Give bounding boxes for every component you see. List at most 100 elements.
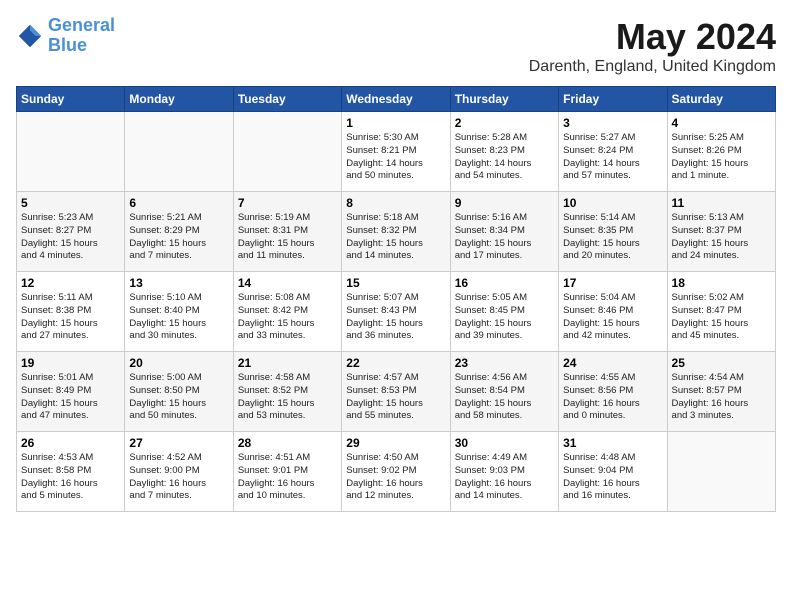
day-info: Sunrise: 5:28 AM Sunset: 8:23 PM Dayligh… <box>455 132 554 183</box>
day-number: 3 <box>563 116 662 130</box>
day-info: Sunrise: 4:50 AM Sunset: 9:02 PM Dayligh… <box>346 452 445 503</box>
day-number: 13 <box>129 276 228 290</box>
day-info: Sunrise: 4:55 AM Sunset: 8:56 PM Dayligh… <box>563 372 662 423</box>
day-number: 6 <box>129 196 228 210</box>
calendar-cell: 14Sunrise: 5:08 AM Sunset: 8:42 PM Dayli… <box>233 272 341 352</box>
calendar-day-header: Friday <box>559 87 667 112</box>
day-info: Sunrise: 5:00 AM Sunset: 8:50 PM Dayligh… <box>129 372 228 423</box>
calendar-cell: 15Sunrise: 5:07 AM Sunset: 8:43 PM Dayli… <box>342 272 450 352</box>
day-info: Sunrise: 5:19 AM Sunset: 8:31 PM Dayligh… <box>238 212 337 263</box>
page-header: General Blue May 2024 Darenth, England, … <box>16 16 776 76</box>
calendar-table: SundayMondayTuesdayWednesdayThursdayFrid… <box>16 86 776 512</box>
calendar-cell <box>17 112 125 192</box>
day-info: Sunrise: 4:58 AM Sunset: 8:52 PM Dayligh… <box>238 372 337 423</box>
day-number: 9 <box>455 196 554 210</box>
day-info: Sunrise: 4:56 AM Sunset: 8:54 PM Dayligh… <box>455 372 554 423</box>
day-info: Sunrise: 4:54 AM Sunset: 8:57 PM Dayligh… <box>672 372 771 423</box>
calendar-week-row: 5Sunrise: 5:23 AM Sunset: 8:27 PM Daylig… <box>17 192 776 272</box>
calendar-cell: 28 Sunrise: 4:51 AM Sunset: 9:01 PM Dayli… <box>233 432 341 512</box>
day-number: 23 <box>455 356 554 370</box>
calendar-cell: 16Sunrise: 5:05 AM Sunset: 8:45 PM Dayli… <box>450 272 558 352</box>
day-number: 11 <box>672 196 771 210</box>
calendar-week-row: 12 Sunrise: 5:11 AM Sunset: 8:38 PM Dayli… <box>17 272 776 352</box>
day-info: Sunrise: 5:01 AM Sunset: 8:49 PM Dayligh… <box>21 372 120 423</box>
title-block: May 2024 Darenth, England, United Kingdo… <box>529 16 776 76</box>
calendar-cell: 11Sunrise: 5:13 AM Sunset: 8:37 PM Dayli… <box>667 192 775 272</box>
calendar-cell: 2Sunrise: 5:28 AM Sunset: 8:23 PM Daylig… <box>450 112 558 192</box>
day-info: Sunrise: 4:49 AM Sunset: 9:03 PM Dayligh… <box>455 452 554 503</box>
day-number: 26 <box>21 436 120 450</box>
calendar-cell: 31Sunrise: 4:48 AM Sunset: 9:04 PM Dayli… <box>559 432 667 512</box>
day-number: 25 <box>672 356 771 370</box>
day-info: Sunrise: 5:10 AM Sunset: 8:40 PM Dayligh… <box>129 292 228 343</box>
day-number: 20 <box>129 356 228 370</box>
day-number: 27 <box>129 436 228 450</box>
calendar-cell: 6 Sunrise: 5:21 AM Sunset: 8:29 PM Daylig… <box>125 192 233 272</box>
day-info: Sunrise: 5:05 AM Sunset: 8:45 PM Dayligh… <box>455 292 554 343</box>
calendar-cell: 27 Sunrise: 4:52 AM Sunset: 9:00 PM Dayli… <box>125 432 233 512</box>
calendar-week-row: 26 Sunrise: 4:53 AM Sunset: 8:58 PM Dayli… <box>17 432 776 512</box>
calendar-day-header: Thursday <box>450 87 558 112</box>
day-info: Sunrise: 5:18 AM Sunset: 8:32 PM Dayligh… <box>346 212 445 263</box>
day-info: Sunrise: 5:25 AM Sunset: 8:26 PM Dayligh… <box>672 132 771 183</box>
calendar-body: 1 Sunrise: 5:30 AM Sunset: 8:21 PM Daylig… <box>17 112 776 512</box>
month-title: May 2024 <box>529 16 776 58</box>
logo-line1: General <box>48 15 115 35</box>
day-number: 18 <box>672 276 771 290</box>
day-number: 29 <box>346 436 445 450</box>
day-info: Sunrise: 5:11 AM Sunset: 8:38 PM Dayligh… <box>21 292 120 343</box>
day-number: 8 <box>346 196 445 210</box>
day-number: 30 <box>455 436 554 450</box>
calendar-cell: 9 Sunrise: 5:16 AM Sunset: 8:34 PM Daylig… <box>450 192 558 272</box>
calendar-cell: 4 Sunrise: 5:25 AM Sunset: 8:26 PM Daylig… <box>667 112 775 192</box>
day-number: 22 <box>346 356 445 370</box>
day-number: 28 <box>238 436 337 450</box>
calendar-day-header: Sunday <box>17 87 125 112</box>
calendar-cell: 29 Sunrise: 4:50 AM Sunset: 9:02 PM Dayli… <box>342 432 450 512</box>
calendar-cell: 3 Sunrise: 5:27 AM Sunset: 8:24 PM Daylig… <box>559 112 667 192</box>
day-info: Sunrise: 5:02 AM Sunset: 8:47 PM Dayligh… <box>672 292 771 343</box>
calendar-cell: 26 Sunrise: 4:53 AM Sunset: 8:58 PM Dayli… <box>17 432 125 512</box>
calendar-cell: 23 Sunrise: 4:56 AM Sunset: 8:54 PM Dayli… <box>450 352 558 432</box>
day-number: 10 <box>563 196 662 210</box>
calendar-cell: 17 Sunrise: 5:04 AM Sunset: 8:46 PM Dayli… <box>559 272 667 352</box>
calendar-cell <box>233 112 341 192</box>
day-info: Sunrise: 4:57 AM Sunset: 8:53 PM Dayligh… <box>346 372 445 423</box>
calendar-day-header: Monday <box>125 87 233 112</box>
logo-text: General Blue <box>48 16 115 56</box>
calendar-cell: 12 Sunrise: 5:11 AM Sunset: 8:38 PM Dayli… <box>17 272 125 352</box>
day-number: 19 <box>21 356 120 370</box>
day-info: Sunrise: 4:52 AM Sunset: 9:00 PM Dayligh… <box>129 452 228 503</box>
day-info: Sunrise: 5:04 AM Sunset: 8:46 PM Dayligh… <box>563 292 662 343</box>
day-number: 24 <box>563 356 662 370</box>
calendar-cell: 21Sunrise: 4:58 AM Sunset: 8:52 PM Dayli… <box>233 352 341 432</box>
calendar-cell <box>125 112 233 192</box>
calendar-header-row: SundayMondayTuesdayWednesdayThursdayFrid… <box>17 87 776 112</box>
calendar-cell: 8 Sunrise: 5:18 AM Sunset: 8:32 PM Daylig… <box>342 192 450 272</box>
day-number: 5 <box>21 196 120 210</box>
day-info: Sunrise: 4:51 AM Sunset: 9:01 PM Dayligh… <box>238 452 337 503</box>
calendar-day-header: Wednesday <box>342 87 450 112</box>
day-number: 12 <box>21 276 120 290</box>
day-number: 17 <box>563 276 662 290</box>
calendar-cell: 18 Sunrise: 5:02 AM Sunset: 8:47 PM Dayli… <box>667 272 775 352</box>
calendar-cell: 24 Sunrise: 4:55 AM Sunset: 8:56 PM Dayli… <box>559 352 667 432</box>
calendar-cell: 13 Sunrise: 5:10 AM Sunset: 8:40 PM Dayli… <box>125 272 233 352</box>
calendar-week-row: 1 Sunrise: 5:30 AM Sunset: 8:21 PM Daylig… <box>17 112 776 192</box>
day-info: Sunrise: 5:27 AM Sunset: 8:24 PM Dayligh… <box>563 132 662 183</box>
calendar-cell: 20 Sunrise: 5:00 AM Sunset: 8:50 PM Dayli… <box>125 352 233 432</box>
day-info: Sunrise: 5:21 AM Sunset: 8:29 PM Dayligh… <box>129 212 228 263</box>
day-info: Sunrise: 4:48 AM Sunset: 9:04 PM Dayligh… <box>563 452 662 503</box>
day-number: 14 <box>238 276 337 290</box>
logo-line2: Blue <box>48 35 87 55</box>
day-info: Sunrise: 5:14 AM Sunset: 8:35 PM Dayligh… <box>563 212 662 263</box>
calendar-cell: 7Sunrise: 5:19 AM Sunset: 8:31 PM Daylig… <box>233 192 341 272</box>
day-number: 1 <box>346 116 445 130</box>
calendar-day-header: Tuesday <box>233 87 341 112</box>
day-number: 4 <box>672 116 771 130</box>
calendar-cell: 22 Sunrise: 4:57 AM Sunset: 8:53 PM Dayli… <box>342 352 450 432</box>
day-info: Sunrise: 4:53 AM Sunset: 8:58 PM Dayligh… <box>21 452 120 503</box>
day-info: Sunrise: 5:16 AM Sunset: 8:34 PM Dayligh… <box>455 212 554 263</box>
calendar-cell: 30 Sunrise: 4:49 AM Sunset: 9:03 PM Dayli… <box>450 432 558 512</box>
day-info: Sunrise: 5:30 AM Sunset: 8:21 PM Dayligh… <box>346 132 445 183</box>
